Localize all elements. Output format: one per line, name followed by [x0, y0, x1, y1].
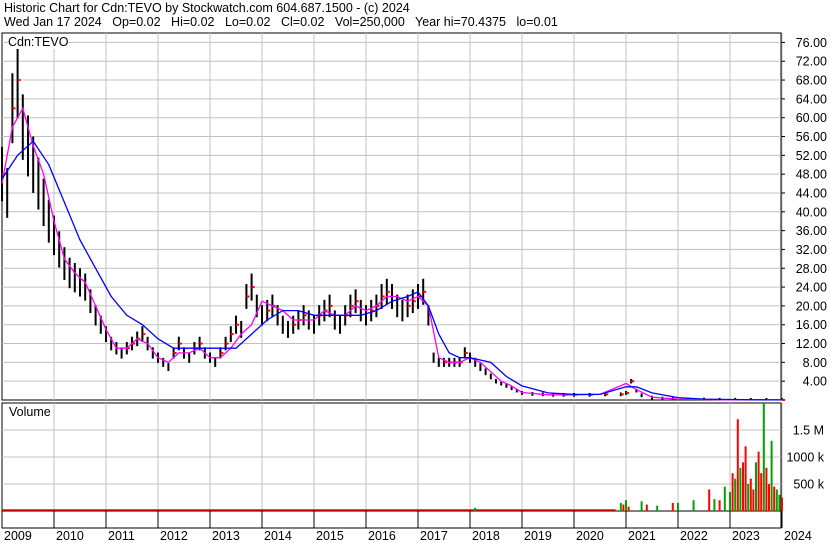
- price-y-tick-label: 72.00: [796, 55, 827, 69]
- x-tick-label: 2016: [368, 529, 396, 543]
- price-y-tick-label: 16.00: [796, 318, 827, 332]
- price-y-tick-label: 64.00: [796, 92, 827, 106]
- chart-title: Historic Chart for Cdn:TEVO by Stockwatc…: [4, 1, 410, 15]
- quote-high: Hi=0.02: [171, 15, 215, 29]
- quote-year-high: Year hi=70.4375: [415, 15, 506, 29]
- x-tick-label: 2009: [4, 529, 32, 543]
- price-y-tick-label: 40.00: [796, 205, 827, 219]
- volume-y-tick-label: 500 k: [793, 478, 824, 492]
- price-y-tick-label: 56.00: [796, 130, 827, 144]
- volume-y-tick-label: 1.5 M: [793, 424, 824, 438]
- quote-summary: Wed Jan 17 2024 Op=0.02 Hi=0.02 Lo=0.02 …: [4, 15, 558, 29]
- x-tick-label: 2023: [732, 529, 760, 543]
- price-y-tick-label: 44.00: [796, 186, 827, 200]
- price-y-tick-label: 52.00: [796, 149, 827, 163]
- x-tick-label: 2024: [784, 529, 812, 543]
- x-tick-label: 2018: [472, 529, 500, 543]
- price-y-tick-label: 4.00: [803, 375, 827, 389]
- quote-low: Lo=0.02: [224, 15, 271, 29]
- price-y-tick-label: 32.00: [796, 243, 827, 257]
- price-y-tick-label: 68.00: [796, 74, 827, 88]
- price-panel: [1, 32, 782, 401]
- quote-year-low: lo=0.01: [516, 15, 558, 29]
- x-tick-label: 2020: [576, 529, 604, 543]
- price-y-tick-label: 48.00: [796, 168, 827, 182]
- price-y-tick-label: 8.00: [803, 356, 827, 370]
- quote-date: Wed Jan 17 2024: [4, 15, 102, 29]
- price-y-tick-label: 12.00: [796, 337, 827, 351]
- x-tick-label: 2010: [56, 529, 84, 543]
- x-tick-label: 2012: [160, 529, 188, 543]
- x-tick-label: 2019: [524, 529, 552, 543]
- quote-volume: Vol=250,000: [334, 15, 405, 29]
- x-tick-label: 2017: [420, 529, 448, 543]
- price-y-tick-label: 20.00: [796, 299, 827, 313]
- quote-open: Op=0.02: [112, 15, 161, 29]
- x-tick-label: 2011: [108, 529, 135, 543]
- volume-y-tick-label: 1000 k: [786, 451, 824, 465]
- price-y-tick-label: 28.00: [796, 262, 827, 276]
- price-panel-symbol: Cdn:TEVO: [8, 35, 69, 49]
- price-y-tick-label: 60.00: [796, 111, 827, 125]
- x-tick-label: 2022: [680, 529, 708, 543]
- x-axis: [1, 510, 782, 529]
- quote-close: Cl=0.02: [281, 15, 325, 29]
- x-tick-label: 2021: [628, 529, 656, 543]
- x-tick-label: 2015: [316, 529, 344, 543]
- price-y-tick-label: 36.00: [796, 224, 827, 238]
- volume-panel-label: Volume: [9, 405, 51, 419]
- x-tick-label: 2014: [264, 529, 292, 543]
- x-tick-label: 2013: [212, 529, 240, 543]
- price-y-tick-label: 76.00: [796, 36, 827, 50]
- chart-canvas: 76.00 72.00 68.00 64.00 60.00 56.00 52.00 48.00…: [1, 32, 827, 543]
- price-y-tick-label: 24.00: [796, 281, 827, 295]
